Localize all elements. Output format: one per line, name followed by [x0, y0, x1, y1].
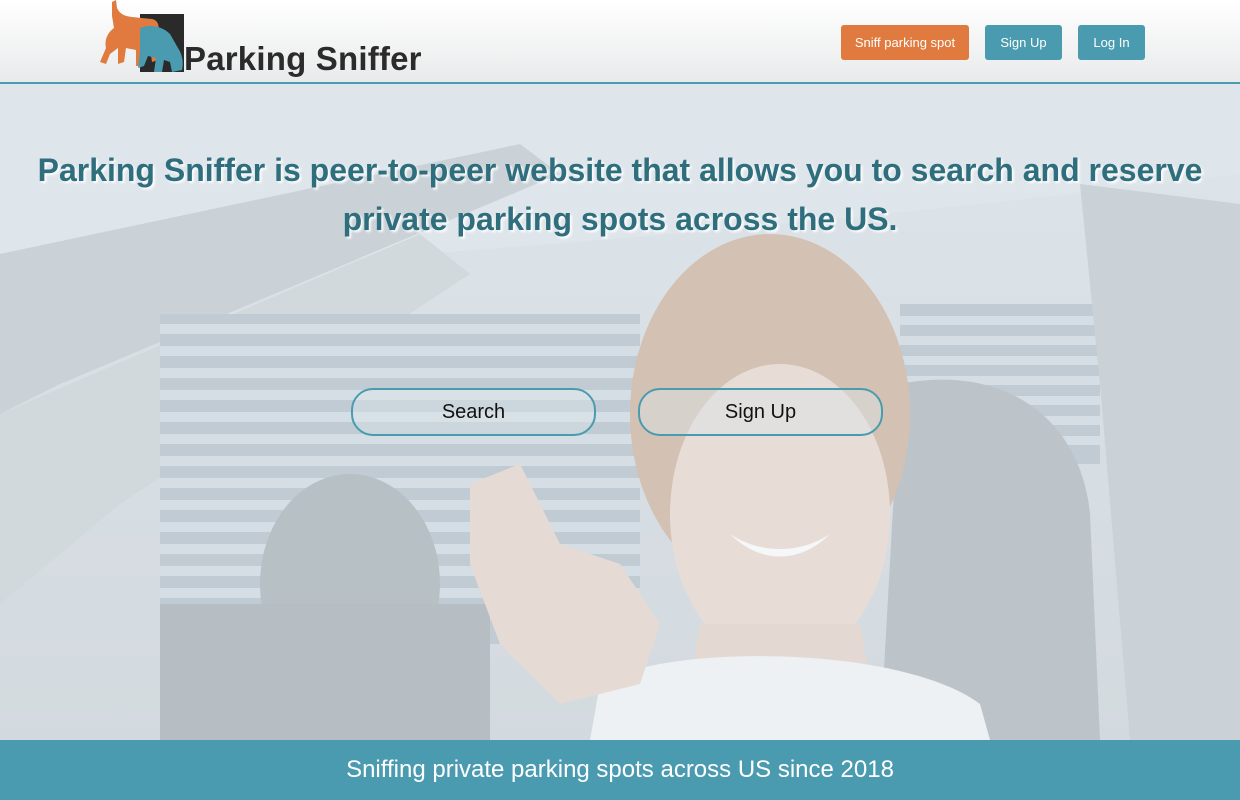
footer-tagline: Sniffing private parking spots across US…: [346, 756, 894, 783]
hero-section: Parking Sniffer is peer-to-peer website …: [0, 84, 1240, 740]
hero-headline-line-1: Parking Sniffer is peer-to-peer website …: [37, 152, 1203, 188]
hero-sign-up-button[interactable]: Sign Up: [638, 388, 883, 436]
dog-logo-icon: [100, 0, 184, 72]
header-sign-up-button[interactable]: Sign Up: [985, 25, 1062, 60]
footer: Sniffing private parking spots across US…: [0, 740, 1240, 800]
log-in-button[interactable]: Log In: [1078, 25, 1145, 60]
logo[interactable]: Parking Sniffer: [98, 0, 428, 78]
logo-text: Parking Sniffer: [184, 40, 422, 77]
hero-headline: Parking Sniffer is peer-to-peer website …: [0, 146, 1240, 244]
sniff-parking-spot-button[interactable]: Sniff parking spot: [841, 25, 969, 60]
hero-headline-line-2: private parking spots across the US.: [342, 201, 898, 237]
site-header: Parking Sniffer Sniff parking spot Sign …: [0, 0, 1240, 84]
search-button[interactable]: Search: [351, 388, 596, 436]
